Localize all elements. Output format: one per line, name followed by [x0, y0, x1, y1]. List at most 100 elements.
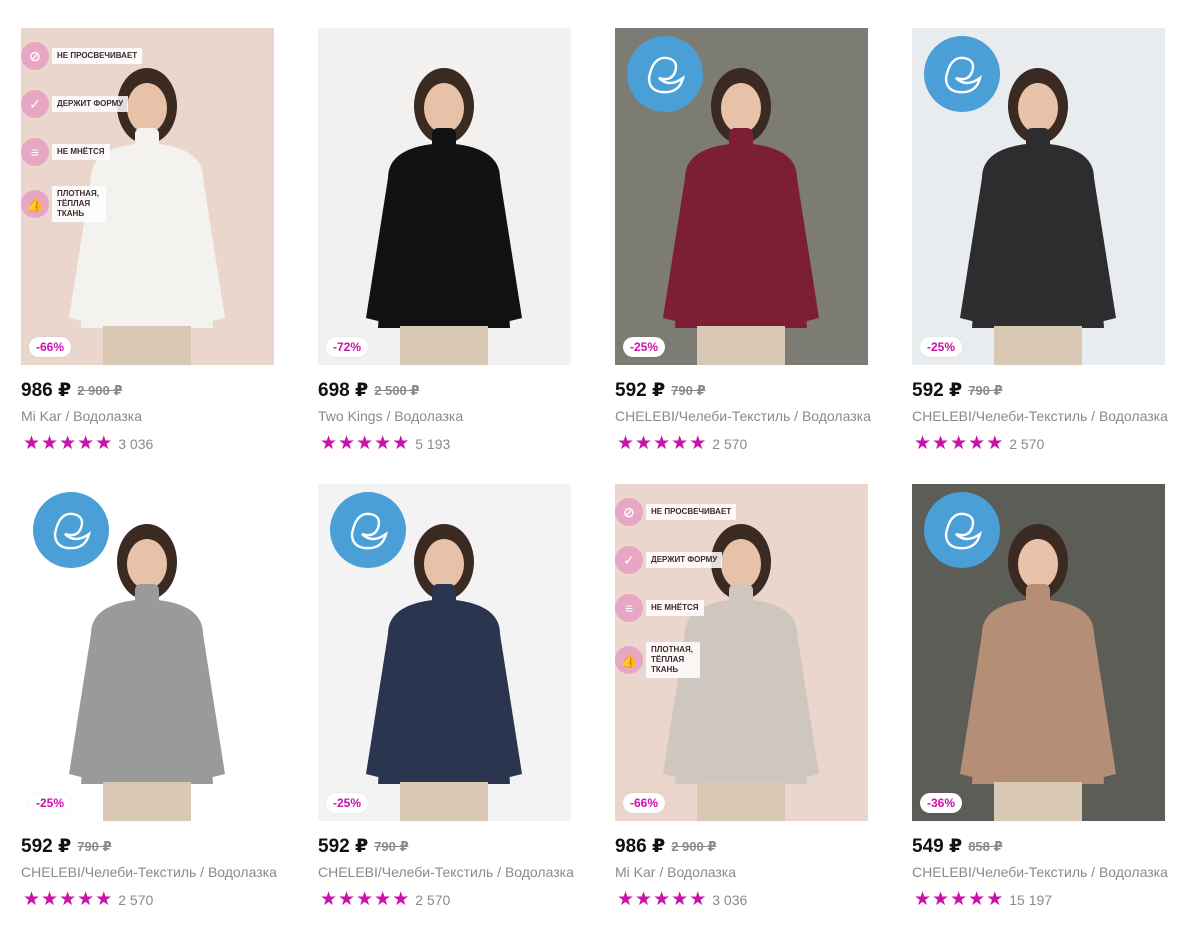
- feature-badge: ⊘ НЕ ПРОСВЕЧИВАЕТ: [21, 42, 143, 70]
- rating: ★★★★★ 15 197: [914, 888, 1052, 910]
- star-icon: ★: [986, 889, 1005, 910]
- product-card[interactable]: -36% 549 ₽ 858 ₽ CHELEBI/Челеби-Текстиль / …: [912, 484, 1168, 924]
- star-icon: ★: [41, 889, 60, 910]
- product-card[interactable]: -72% 698 ₽2 500 ₽ Two Kings / Водолазка ★★★…: [318, 28, 571, 468]
- product-card[interactable]: ⊘ НЕ ПРОСВЕЧИВАЕТ ✓ ДЕРЖИТ ФОРМУ ≡ НЕ МНЁТСЯ 👍…: [615, 484, 868, 924]
- star-icon: ★: [23, 889, 42, 910]
- check-icon: ✓: [615, 546, 643, 574]
- feature-label: ПЛОТНАЯ, ТЁПЛАЯ ТКАНЬ: [646, 642, 700, 678]
- fabric-icon: ≡: [615, 594, 643, 622]
- product-image[interactable]: -25%: [615, 28, 868, 365]
- product-name-link[interactable]: CHELEBI/Челеби-Текстиль / Водолазка: [912, 864, 1168, 880]
- product-image[interactable]: -72%: [318, 28, 571, 365]
- price-row: 592 ₽ 790 ₽: [615, 379, 706, 405]
- price-row: 986 ₽ 2 900 ₽: [21, 379, 122, 405]
- feature-badge: ✓ ДЕРЖИТ ФОРМУ: [615, 546, 723, 574]
- star-icon: ★: [986, 433, 1005, 454]
- discount-badge: -25%: [29, 793, 72, 813]
- old-price: 790 ₽: [968, 382, 1003, 398]
- product-image[interactable]: -25%: [21, 484, 274, 821]
- star-icon: ★: [95, 889, 114, 910]
- product-card[interactable]: -25% 592 ₽ 790 ₽ CHELEBI/Челеби-Текстиль / …: [912, 28, 1168, 468]
- feature-label: НЕ МНЁТСЯ: [52, 144, 110, 160]
- star-icon: ★: [77, 889, 96, 910]
- rating: ★★★★★ 5 193: [320, 432, 451, 454]
- old-price: 858 ₽: [968, 838, 1003, 854]
- star-icon: ★: [653, 889, 672, 910]
- product-grid: ⊘ НЕ ПРОСВЕЧИВАЕТ ✓ ДЕРЖИТ ФОРМУ ≡ НЕ МНЁТСЯ 👍…: [21, 28, 1181, 928]
- thumbs-up-icon: 👍: [615, 646, 643, 674]
- product-card[interactable]: -25% 592 ₽ 790 ₽ CHELEBI/Челеби-Текстиль / …: [21, 484, 277, 924]
- feature-label: НЕ ПРОСВЕЧИВАЕТ: [646, 504, 737, 520]
- product-name-link[interactable]: CHELEBI/Челеби-Текстиль / Водолазка: [21, 864, 277, 880]
- product-image[interactable]: -25%: [318, 484, 571, 821]
- star-icon: ★: [653, 433, 672, 454]
- star-icon: ★: [77, 433, 96, 454]
- old-price: 2 900 ₽: [77, 382, 123, 398]
- star-icon: ★: [374, 889, 393, 910]
- rating-count: 2 570: [1009, 435, 1045, 452]
- feature-label: ДЕРЖИТ ФОРМУ: [646, 552, 723, 568]
- product-photo: [318, 28, 571, 365]
- current-price: 986 ₽: [615, 836, 666, 857]
- feature-badge: ≡ НЕ МНЁТСЯ: [21, 138, 110, 166]
- product-name-link[interactable]: CHELEBI/Челеби-Текстиль / Водолазка: [615, 408, 871, 424]
- star-icon: ★: [41, 433, 60, 454]
- product-image[interactable]: ⊘ НЕ ПРОСВЕЧИВАЕТ ✓ ДЕРЖИТ ФОРМУ ≡ НЕ МНЁТСЯ 👍…: [21, 28, 274, 365]
- rating-count: 5 193: [415, 435, 451, 452]
- feature-badge: ⊘ НЕ ПРОСВЕЧИВАЕТ: [615, 498, 737, 526]
- current-price: 592 ₽: [21, 836, 72, 857]
- feature-label: ПЛОТНАЯ, ТЁПЛАЯ ТКАНЬ: [52, 186, 106, 222]
- star-icon: ★: [671, 889, 690, 910]
- discount-badge: -72%: [326, 337, 369, 357]
- current-price: 592 ₽: [318, 836, 369, 857]
- price-row: 592 ₽ 790 ₽: [318, 835, 409, 861]
- star-icon: ★: [356, 433, 375, 454]
- rating-count: 2 570: [415, 891, 451, 908]
- discount-badge: -36%: [920, 793, 963, 813]
- feature-badge: ✓ ДЕРЖИТ ФОРМУ: [21, 90, 129, 118]
- product-name-link[interactable]: Mi Kar / Водолазка: [615, 864, 736, 880]
- star-icon: ★: [932, 889, 951, 910]
- current-price: 986 ₽: [21, 380, 72, 401]
- star-icon: ★: [374, 433, 393, 454]
- star-icon: ★: [356, 889, 375, 910]
- price-row: 698 ₽ 2 500 ₽: [318, 379, 419, 405]
- product-card[interactable]: -25% 592 ₽ 790 ₽ CHELEBI/Челеби-Текстиль / …: [615, 28, 871, 468]
- star-icon: ★: [914, 889, 933, 910]
- rating-count: 2 570: [118, 891, 154, 908]
- current-price: 549 ₽: [912, 836, 963, 857]
- thumbs-up-icon: 👍: [21, 190, 49, 218]
- rating-count: 2 570: [712, 435, 748, 452]
- product-name-link[interactable]: Two Kings / Водолазка: [318, 408, 463, 424]
- star-icon: ★: [689, 889, 708, 910]
- rating: ★★★★★ 3 036: [617, 888, 747, 910]
- brand-logo-icon: [33, 492, 109, 568]
- rating: ★★★★★ 2 570: [23, 888, 154, 910]
- feature-badge: 👍 ПЛОТНАЯ, ТЁПЛАЯ ТКАНЬ: [615, 642, 700, 678]
- current-price: 592 ₽: [912, 380, 963, 401]
- eye-off-icon: ⊘: [615, 498, 643, 526]
- product-name-link[interactable]: CHELEBI/Челеби-Текстиль / Водолазка: [912, 408, 1168, 424]
- product-card[interactable]: ⊘ НЕ ПРОСВЕЧИВАЕТ ✓ ДЕРЖИТ ФОРМУ ≡ НЕ МНЁТСЯ 👍…: [21, 28, 274, 468]
- discount-badge: -66%: [623, 793, 666, 813]
- eye-off-icon: ⊘: [21, 42, 49, 70]
- product-image[interactable]: ⊘ НЕ ПРОСВЕЧИВАЕТ ✓ ДЕРЖИТ ФОРМУ ≡ НЕ МНЁТСЯ 👍…: [615, 484, 868, 821]
- feature-label: ДЕРЖИТ ФОРМУ: [52, 96, 129, 112]
- product-card[interactable]: -25% 592 ₽ 790 ₽ CHELEBI/Челеби-Текстиль / …: [318, 484, 574, 924]
- current-price: 698 ₽: [318, 380, 369, 401]
- discount-badge: -25%: [326, 793, 369, 813]
- star-icon: ★: [95, 433, 114, 454]
- star-icon: ★: [617, 889, 636, 910]
- product-name-link[interactable]: Mi Kar / Водолазка: [21, 408, 142, 424]
- product-image[interactable]: -25%: [912, 28, 1165, 365]
- star-icon: ★: [320, 433, 339, 454]
- feature-label: НЕ МНЁТСЯ: [646, 600, 704, 616]
- star-icon: ★: [968, 889, 987, 910]
- price-row: 592 ₽ 790 ₽: [912, 379, 1003, 405]
- product-image[interactable]: -36%: [912, 484, 1165, 821]
- star-icon: ★: [932, 433, 951, 454]
- discount-badge: -25%: [920, 337, 963, 357]
- star-icon: ★: [338, 433, 357, 454]
- product-name-link[interactable]: CHELEBI/Челеби-Текстиль / Водолазка: [318, 864, 574, 880]
